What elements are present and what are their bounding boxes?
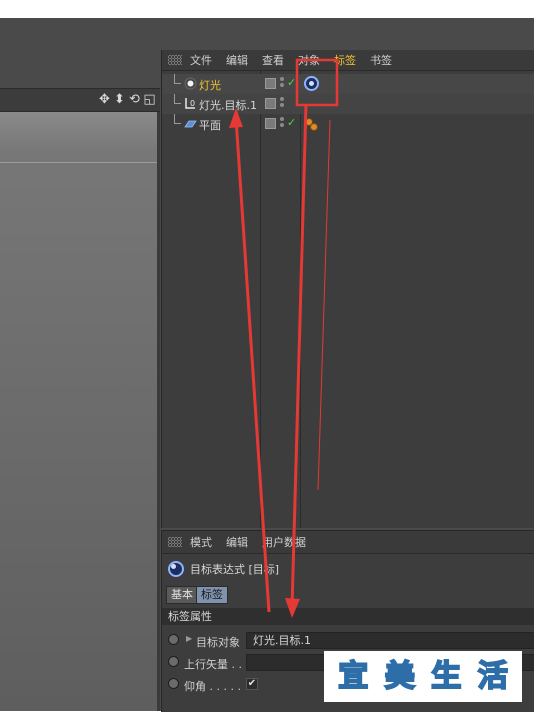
animate-radio[interactable] <box>168 656 179 667</box>
viewport-header: ✥ ⬍ ⟲ ◱ <box>0 88 160 112</box>
move-view-icon[interactable]: ✥ <box>98 92 111 107</box>
layer-box[interactable] <box>265 98 276 109</box>
visibility-dots[interactable] <box>280 117 284 129</box>
section-title: 标签属性 <box>162 608 534 625</box>
light-icon <box>184 77 197 90</box>
object-row-light-target[interactable]: 0 灯光.目标.1 <box>162 94 534 114</box>
column-divider <box>260 70 261 528</box>
object-name[interactable]: 平面 <box>199 117 221 133</box>
attribute-title: 目标表达式 [目标] <box>168 561 279 577</box>
object-manager-menubar: 文件 编辑 查看 对象 标签 书签 <box>162 50 534 71</box>
material-tag-icon[interactable] <box>305 118 321 132</box>
menu-objects[interactable]: 对象 <box>298 52 320 68</box>
attribute-manager-menubar: 模式 编辑 用户数据 <box>162 531 534 554</box>
menu-edit[interactable]: 编辑 <box>226 52 248 68</box>
object-row-plane[interactable]: 平面 ✓ <box>162 114 534 134</box>
tree-connector <box>174 74 181 84</box>
pitch-checkbox[interactable]: ✔ <box>246 678 258 690</box>
target-tag-icon <box>168 561 184 577</box>
rotate-view-icon[interactable]: ⟲ <box>128 92 141 107</box>
maximize-view-icon[interactable]: ◱ <box>143 92 156 107</box>
visibility-dots[interactable] <box>280 77 284 89</box>
enabled-check-icon[interactable]: ✓ <box>287 116 296 129</box>
target-tag-icon[interactable] <box>304 76 319 91</box>
plane-icon <box>184 120 197 128</box>
watermark-char: 宜 <box>337 658 369 695</box>
animate-radio[interactable] <box>168 678 179 689</box>
menu-edit[interactable]: 编辑 <box>226 534 248 550</box>
null-object-icon: 0 <box>185 98 195 109</box>
zoom-view-icon[interactable]: ⬍ <box>113 92 126 107</box>
panel-grip-icon[interactable] <box>168 537 182 547</box>
column-divider <box>300 70 301 528</box>
watermark-char: 生 <box>430 658 462 695</box>
attribute-title-text: 目标表达式 [目标] <box>190 563 280 576</box>
expand-arrow-icon[interactable]: ▶ <box>186 634 192 643</box>
tab-tag[interactable]: 标签 <box>196 586 228 604</box>
menu-view[interactable]: 查看 <box>262 52 284 68</box>
animate-radio[interactable] <box>168 634 179 645</box>
menu-mode[interactable]: 模式 <box>190 534 212 550</box>
prop-label: 目标对象 <box>196 636 240 649</box>
object-row-light[interactable]: 灯光 ✓ <box>162 74 534 94</box>
viewport-canvas[interactable] <box>0 112 160 711</box>
tab-basic[interactable]: 基本 <box>166 586 198 604</box>
prop-label: 仰角 . . . . . <box>184 680 241 693</box>
horizon-line <box>0 162 157 163</box>
watermark-char: 美 <box>384 658 416 695</box>
object-manager: 文件 编辑 查看 对象 标签 书签 灯光 ✓ 0 灯光.目标.1 平面 ✓ <box>161 50 534 528</box>
prop-label: 上行矢量 . . <box>184 658 242 671</box>
layer-box[interactable] <box>265 118 276 129</box>
menu-bookmarks[interactable]: 书签 <box>370 52 392 68</box>
tree-connector <box>174 94 181 104</box>
top-white-strip <box>0 0 534 18</box>
menu-tags[interactable]: 标签 <box>334 52 356 68</box>
visibility-dots[interactable] <box>280 97 284 109</box>
prop-target-object: ▶ 目标对象 灯光.目标.1 <box>162 631 534 651</box>
menu-file[interactable]: 文件 <box>190 52 212 68</box>
tree-connector <box>174 114 181 124</box>
svg-text:0: 0 <box>190 99 195 108</box>
object-name[interactable]: 灯光.目标.1 <box>199 97 257 113</box>
target-object-field[interactable]: 灯光.目标.1 <box>246 632 534 649</box>
menu-user-data[interactable]: 用户数据 <box>262 534 306 550</box>
panel-grip-icon[interactable] <box>168 55 182 65</box>
object-name[interactable]: 灯光 <box>199 77 221 93</box>
enabled-check-icon[interactable]: ✓ <box>287 76 296 89</box>
watermark-char: 活 <box>477 658 509 695</box>
layer-box[interactable] <box>265 78 276 89</box>
viewport-nav-icons: ✥ ⬍ ⟲ ◱ <box>98 92 156 107</box>
watermark-logo: 宜 美 生 活 <box>324 651 522 702</box>
